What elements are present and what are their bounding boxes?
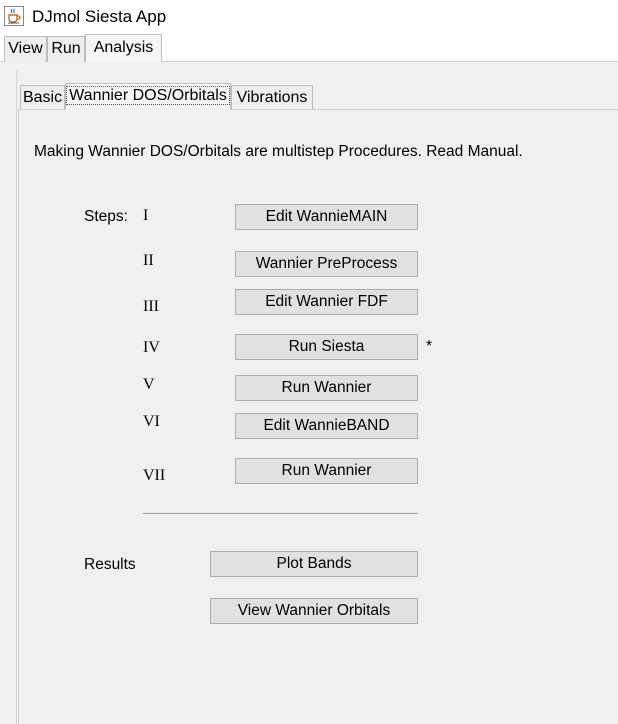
step-numeral: III: [143, 298, 159, 315]
step-numeral: IV: [143, 339, 160, 356]
results-label: Results: [84, 556, 136, 573]
step-numeral: II: [143, 252, 154, 269]
edit-wannier-fdf-button[interactable]: Edit Wannier FDF: [235, 289, 418, 315]
panel-border: [16, 70, 17, 724]
plot-bands-button[interactable]: Plot Bands: [210, 551, 418, 577]
view-wannier-orbitals-button[interactable]: View Wannier Orbitals: [210, 598, 418, 624]
wannier-preprocess-button[interactable]: Wannier PreProcess: [235, 251, 418, 277]
run-siesta-button[interactable]: Run Siesta: [235, 334, 418, 360]
required-marker: *: [426, 338, 433, 355]
tab-view[interactable]: View: [4, 36, 47, 62]
edit-wanniemain-button[interactable]: Edit WannieMAIN: [235, 204, 418, 230]
step-numeral: VII: [143, 467, 166, 484]
run-wannier-button[interactable]: Run Wannier: [235, 375, 418, 401]
java-cup-icon[interactable]: [4, 6, 24, 26]
window-title: DJmol Siesta App: [32, 7, 167, 26]
menu-tab-bar: View Run Analysis: [0, 34, 618, 62]
step-numeral: VI: [143, 413, 160, 430]
tab-wannier-dos-orbitals[interactable]: Wannier DOS/Orbitals: [65, 83, 231, 110]
tab-run[interactable]: Run: [47, 36, 85, 62]
step-numeral: V: [143, 376, 155, 393]
title-bar: DJmol Siesta App: [0, 0, 618, 34]
steps-label: Steps:: [84, 208, 128, 225]
run-wannier-final-button[interactable]: Run Wannier: [235, 458, 418, 484]
tab-vibrations[interactable]: Vibrations: [231, 85, 313, 110]
step-numeral: I: [143, 207, 149, 224]
tab-analysis[interactable]: Analysis: [85, 34, 162, 62]
tab-basic[interactable]: Basic: [20, 85, 65, 110]
edit-wanniEband-button[interactable]: Edit WannieBAND: [235, 413, 418, 439]
tab-wannier-dos-orbitals-label: Wannier DOS/Orbitals: [66, 86, 230, 105]
intro-text: Making Wannier DOS/Orbitals are multiste…: [34, 143, 523, 160]
divider: [143, 513, 418, 514]
